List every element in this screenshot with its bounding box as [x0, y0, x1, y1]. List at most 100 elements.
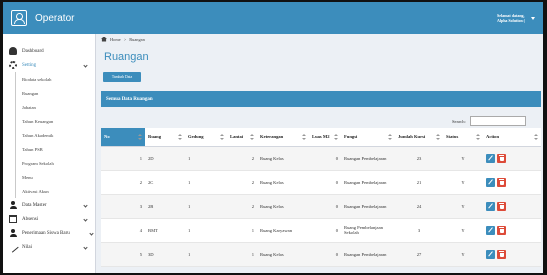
brand[interactable]: Operator [3, 2, 96, 34]
table-row: 3 2B 1 2 Ruang Kelas 0 Ruangan Pembelaja… [101, 194, 541, 219]
cell-gedung: 1 [185, 194, 227, 219]
cell-no: 2 [101, 170, 145, 195]
cell-luas: 0 [309, 170, 341, 195]
sort-icon [220, 134, 224, 140]
cell-action [483, 146, 541, 171]
cell-keterangan: Ruang Kelas [257, 194, 309, 219]
cell-no: 4 [101, 218, 145, 243]
sidebar-subitem-jabatan[interactable]: Jabatan [3, 100, 95, 114]
cell-status: Y [443, 242, 483, 267]
sidebar-item-label: Nilai [22, 244, 32, 250]
col-header-action[interactable]: Action [483, 128, 541, 147]
sidebar-subitem-tahun-keuangan[interactable]: Tahun Keuangan [3, 114, 95, 128]
col-header-keterangan[interactable]: Keterangan [257, 128, 309, 147]
trash-icon[interactable] [497, 177, 506, 187]
sidebar-subitem-aktivasi-akun[interactable]: Aktivasi Akun [3, 184, 95, 198]
table-search: Search: [452, 116, 526, 126]
gear-icon [9, 61, 17, 69]
sidebar-item-data-master[interactable]: Data Master [3, 198, 95, 212]
cell-action [483, 218, 541, 243]
table-header-row: No Ruang Gedung Lantai Keterangan Luas M… [101, 128, 541, 147]
sidebar-item-dashboard[interactable]: Dashboard [3, 44, 95, 58]
cell-gedung: 1 [185, 242, 227, 267]
edit-icon[interactable] [486, 225, 495, 235]
cell-fungsi: Ruangan Pembelajaran [341, 194, 395, 219]
cell-keterangan: Ruang Kelas [257, 242, 309, 267]
rooms-table: No Ruang Gedung Lantai Keterangan Luas M… [101, 128, 541, 267]
top-navbar: Operator Selamat datang, Alpha Solution … [3, 2, 543, 34]
cell-jumlah-kursi: 23 [395, 146, 443, 171]
app-title: Operator [35, 12, 75, 24]
cell-lantai: 2 [227, 194, 257, 219]
cell-jumlah-kursi: 24 [395, 194, 443, 219]
cell-keterangan: Ruang Kelas [257, 146, 309, 171]
sidebar-item-penerimaan[interactable]: Penerimaan Siswa Baru [3, 226, 95, 240]
col-header-ruang[interactable]: Ruang [145, 128, 185, 147]
breadcrumb-home[interactable]: Home [110, 37, 121, 42]
cell-gedung: 1 [185, 218, 227, 243]
search-input[interactable] [469, 116, 526, 126]
home-icon [101, 36, 107, 42]
cell-no: 3 [101, 194, 145, 219]
table-row: 1 2D 1 2 Ruang Kelas 0 Ruangan Pembelaja… [101, 146, 541, 171]
user-name: Alpha Solution ( [496, 18, 525, 23]
chevron-down-icon [83, 244, 88, 250]
cell-ruang: 3D [145, 242, 185, 267]
chevron-down-icon [83, 216, 88, 222]
cell-luas: 0 [309, 194, 341, 219]
cell-fungsi: Ruangan Pembelajaran [341, 146, 395, 171]
trash-icon[interactable] [497, 225, 506, 235]
cell-jumlah-kursi: 27 [395, 242, 443, 267]
sidebar-subitem-program-sekolah[interactable]: Program Sekolah [3, 156, 95, 170]
sidebar-item-absensi[interactable]: Absensi [3, 212, 95, 226]
edit-icon[interactable] [486, 249, 495, 259]
user-icon [9, 201, 17, 209]
cell-fungsi: Ruang Pembelanjaan Sekolah [341, 218, 395, 243]
sidebar-subitem-biodata[interactable]: Biodata sekolah [3, 72, 95, 86]
col-header-fungsi[interactable]: Fungsi [341, 128, 395, 147]
app-window: Operator Selamat datang, Alpha Solution … [3, 2, 543, 273]
sort-icon [534, 134, 538, 140]
add-data-button[interactable]: Tambah Data [103, 72, 141, 82]
edit-icon[interactable] [486, 177, 495, 187]
chevron-down-icon [83, 202, 88, 208]
col-header-status[interactable]: Status [443, 128, 483, 147]
user-menu[interactable]: Selamat datang, Alpha Solution ( [497, 13, 535, 23]
trash-icon[interactable] [497, 201, 506, 211]
sidebar-item-nilai[interactable]: Nilai [3, 240, 95, 254]
edit-icon[interactable] [486, 201, 495, 211]
cell-no: 5 [101, 242, 145, 267]
cell-ruang: 2D [145, 146, 185, 171]
sidebar-item-label: Absensi [22, 216, 39, 222]
cell-action [483, 242, 541, 267]
sidebar-item-setting[interactable]: Setting [3, 58, 95, 72]
sidebar-subitem-tahun-akademik[interactable]: Tahun Akademik [3, 128, 95, 142]
cell-lantai: 2 [227, 170, 257, 195]
dashboard-icon [9, 47, 17, 55]
breadcrumb: Home > Ruangan [96, 34, 543, 44]
sort-icon [476, 134, 480, 140]
col-header-luas[interactable]: Luas M2 [309, 128, 341, 147]
cell-ruang: BMT [145, 218, 185, 243]
cell-luas: 0 [309, 218, 341, 243]
sidebar-subitem-ruangan[interactable]: Ruangan [3, 86, 95, 100]
col-header-no[interactable]: No [101, 128, 145, 147]
sort-icon [388, 134, 392, 140]
cell-keterangan: Ruang Karyawan [257, 218, 309, 243]
trash-icon[interactable] [497, 153, 506, 163]
col-header-gedung[interactable]: Gedung [185, 128, 227, 147]
trash-icon[interactable] [497, 249, 506, 259]
box-title: Semua Data Ruangan [101, 91, 541, 107]
edit-icon[interactable] [486, 153, 495, 163]
breadcrumb-separator: > [123, 36, 127, 42]
cell-status: Y [443, 146, 483, 171]
sidebar-subitem-tahun-psb[interactable]: Tahun PSB [3, 142, 95, 156]
sidebar-item-label: Dashboard [22, 48, 44, 54]
chevron-down-icon [89, 230, 94, 236]
col-header-lantai[interactable]: Lantai [227, 128, 257, 147]
cell-lantai: 1 [227, 218, 257, 243]
chevron-down-icon [83, 62, 88, 68]
sidebar-subitem-menu[interactable]: Menu [3, 170, 95, 184]
col-header-jumlah-kursi[interactable]: Jumlah Kursi [395, 128, 443, 147]
user-icon [9, 229, 17, 237]
